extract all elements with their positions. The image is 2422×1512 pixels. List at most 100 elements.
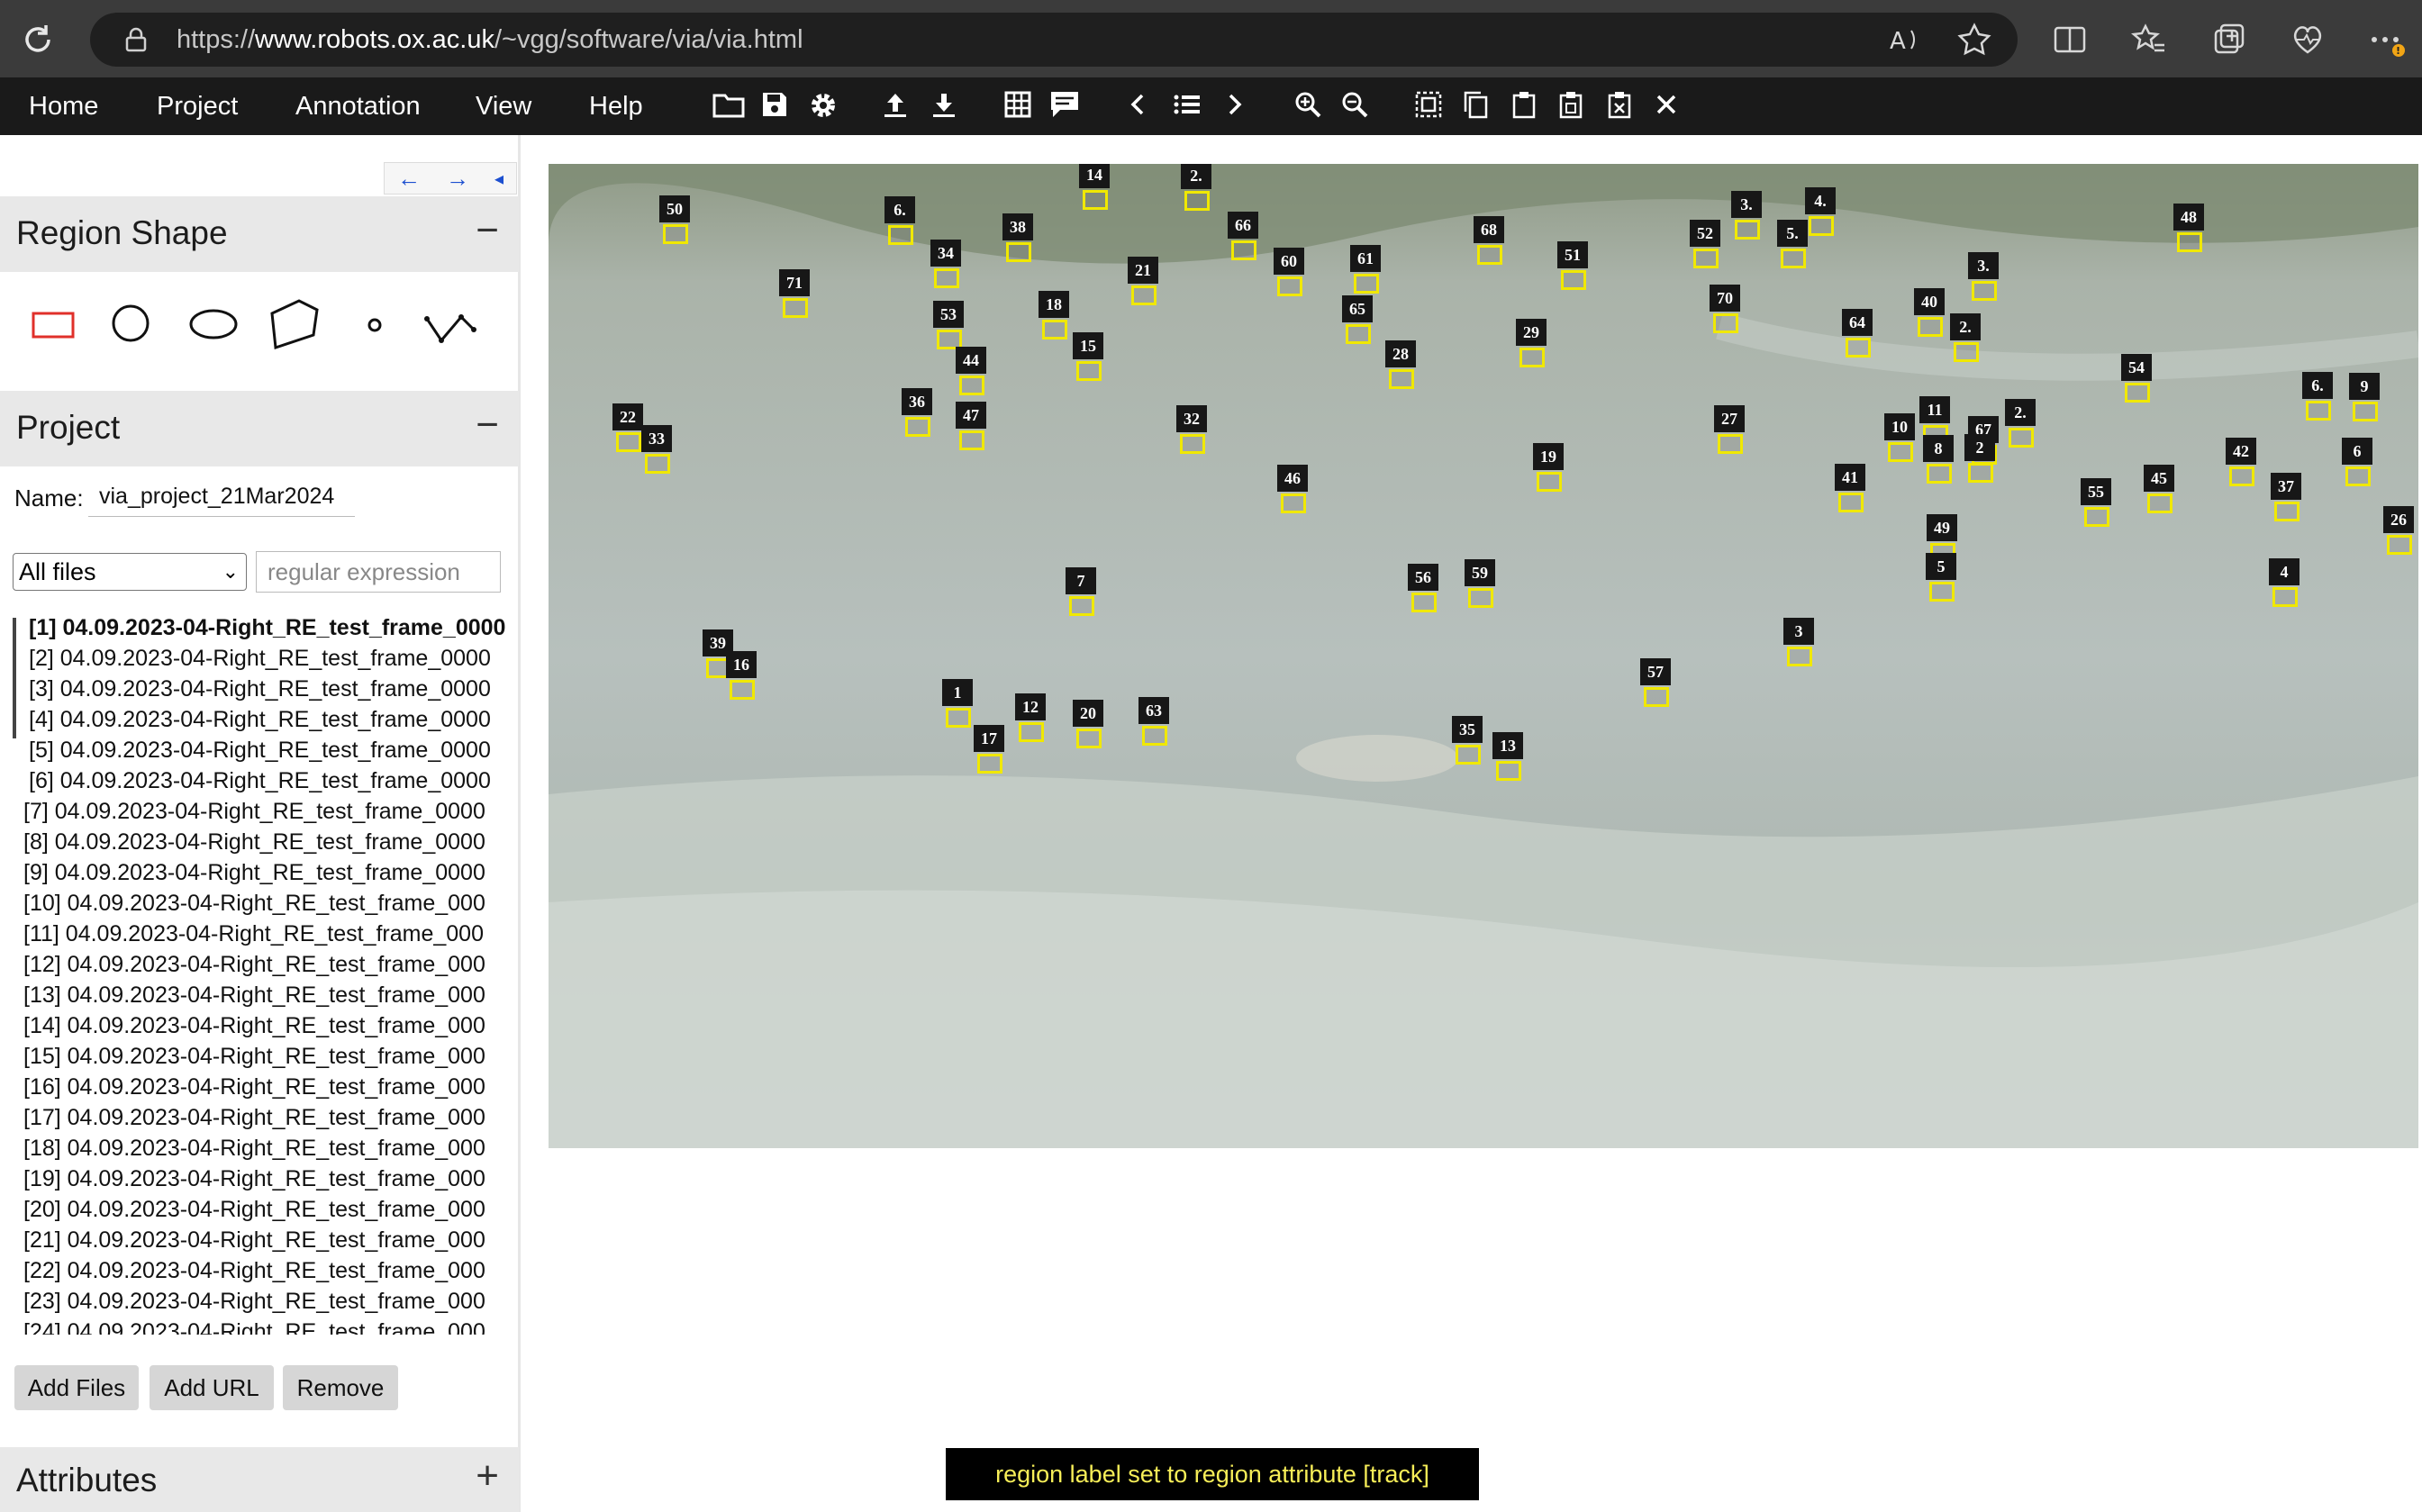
- file-filter-select[interactable]: All files ⌄: [13, 553, 247, 591]
- sidebar-prev-arrow[interactable]: ←: [397, 165, 421, 193]
- file-item[interactable]: [16] 04.09.2023-04-Right_RE_test_frame_0…: [23, 1072, 506, 1102]
- region-box[interactable]: [1735, 220, 1760, 240]
- add-files-button[interactable]: Add Files: [14, 1365, 139, 1410]
- region-box[interactable]: [2274, 502, 2300, 521]
- region-box[interactable]: [1184, 191, 1210, 211]
- region-box[interactable]: [1069, 596, 1094, 616]
- region-box[interactable]: [2147, 493, 2173, 513]
- region-box[interactable]: [2177, 232, 2202, 252]
- region-box[interactable]: [1354, 274, 1379, 294]
- file-item[interactable]: [12] 04.09.2023-04-Right_RE_test_frame_0…: [23, 949, 506, 980]
- file-item[interactable]: [15] 04.09.2023-04-Right_RE_test_frame_0…: [23, 1041, 506, 1072]
- ellipse-shape-icon[interactable]: [187, 308, 240, 345]
- region-shape-toggle[interactable]: −: [476, 211, 499, 250]
- menu-annotation[interactable]: Annotation: [295, 88, 421, 124]
- regex-filter-input[interactable]: regular expression: [256, 551, 501, 593]
- region-box[interactable]: [1142, 726, 1167, 746]
- file-item[interactable]: [6] 04.09.2023-04-Right_RE_test_frame_00…: [29, 765, 506, 796]
- circle-shape-icon[interactable]: [110, 303, 151, 349]
- zoom-out-icon[interactable]: [1337, 90, 1373, 122]
- region-box[interactable]: [1346, 324, 1371, 344]
- region-shape-header[interactable]: Region Shape −: [0, 196, 519, 272]
- favorite-star-icon[interactable]: [1956, 22, 1992, 58]
- favorites-icon[interactable]: [2131, 22, 2167, 58]
- point-shape-icon[interactable]: [365, 315, 385, 340]
- region-box[interactable]: [905, 417, 930, 437]
- region-box[interactable]: [1846, 338, 1871, 358]
- region-box[interactable]: [1131, 285, 1157, 305]
- menu-help[interactable]: Help: [589, 88, 643, 124]
- region-box[interactable]: [1496, 761, 1521, 781]
- region-box[interactable]: [1713, 313, 1738, 333]
- region-box[interactable]: [934, 268, 959, 288]
- project-header[interactable]: Project −: [0, 391, 519, 466]
- region-box[interactable]: [2229, 466, 2254, 486]
- next-image-icon[interactable]: [1216, 90, 1252, 122]
- region-box[interactable]: [1781, 249, 1806, 268]
- region-box[interactable]: [888, 225, 913, 245]
- region-box[interactable]: [1954, 342, 1979, 362]
- collections-icon[interactable]: [2210, 22, 2246, 58]
- file-item[interactable]: [8] 04.09.2023-04-Right_RE_test_frame_00…: [23, 827, 506, 857]
- reload-icon[interactable]: [18, 20, 58, 59]
- annotation-comment-icon[interactable]: [1047, 90, 1083, 122]
- region-box[interactable]: [1918, 317, 1943, 337]
- region-box[interactable]: [1929, 582, 1955, 602]
- file-item[interactable]: [21] 04.09.2023-04-Right_RE_test_frame_0…: [23, 1225, 506, 1255]
- annotation-canvas[interactable]: 50 6. 38 14 2. 66 34 71 21 60 61 68 51 52 3. 4. 5. 48 3. 53…: [549, 164, 2418, 1148]
- region-box[interactable]: [1718, 434, 1743, 454]
- file-item[interactable]: [24] 04.09.2023-04-Right_RE_test_frame_0…: [23, 1317, 506, 1335]
- region-box[interactable]: [1019, 722, 1044, 742]
- region-box[interactable]: [645, 454, 670, 474]
- file-item[interactable]: [11] 04.09.2023-04-Right_RE_test_frame_0…: [23, 919, 506, 949]
- file-item[interactable]: [13] 04.09.2023-04-Right_RE_test_frame_0…: [23, 980, 506, 1010]
- region-box[interactable]: [1231, 240, 1256, 260]
- attributes-toggle[interactable]: +: [476, 1456, 499, 1496]
- delete-region-icon[interactable]: [1648, 90, 1684, 122]
- file-item[interactable]: [19] 04.09.2023-04-Right_RE_test_frame_0…: [23, 1163, 506, 1194]
- region-box[interactable]: [1389, 369, 1414, 389]
- region-box[interactable]: [663, 224, 688, 244]
- file-item[interactable]: [1] 04.09.2023-04-Right_RE_test_frame_00…: [29, 612, 506, 643]
- region-box[interactable]: [1468, 588, 1493, 608]
- menu-view[interactable]: View: [476, 88, 531, 124]
- browser-essentials-icon[interactable]: [2290, 22, 2326, 58]
- region-box[interactable]: [1809, 216, 1834, 236]
- delete-all-pasted-icon[interactable]: [1601, 90, 1637, 122]
- sidebar-collapse-arrow[interactable]: ◂: [494, 167, 503, 190]
- attributes-header[interactable]: Attributes +: [0, 1447, 519, 1512]
- download-icon[interactable]: [926, 90, 962, 122]
- region-box[interactable]: [1277, 276, 1302, 296]
- menu-home[interactable]: Home: [29, 88, 98, 124]
- file-item[interactable]: [2] 04.09.2023-04-Right_RE_test_frame_00…: [29, 643, 506, 674]
- image-list-icon[interactable]: [1169, 90, 1205, 122]
- region-box[interactable]: [959, 376, 984, 395]
- region-box[interactable]: [1561, 270, 1586, 290]
- paste-multiple-icon[interactable]: [1553, 90, 1589, 122]
- file-item[interactable]: [23] 04.09.2023-04-Right_RE_test_frame_0…: [23, 1286, 506, 1317]
- region-box[interactable]: [1644, 687, 1669, 707]
- address-bar[interactable]: https://www.robots.ox.ac.uk/~vgg/softwar…: [90, 13, 2018, 67]
- region-box[interactable]: [2125, 383, 2150, 403]
- region-box[interactable]: [1537, 472, 1562, 492]
- region-box[interactable]: [1076, 729, 1102, 748]
- region-box[interactable]: [2009, 428, 2034, 448]
- region-box[interactable]: [2387, 535, 2412, 555]
- file-item[interactable]: [17] 04.09.2023-04-Right_RE_test_frame_0…: [23, 1102, 506, 1133]
- region-box[interactable]: [2272, 587, 2298, 607]
- region-box[interactable]: [616, 432, 641, 452]
- region-box[interactable]: [783, 298, 808, 318]
- region-box[interactable]: [1838, 493, 1864, 512]
- file-item[interactable]: [5] 04.09.2023-04-Right_RE_test_frame_00…: [29, 735, 506, 765]
- region-box[interactable]: [1693, 249, 1719, 268]
- file-item[interactable]: [3] 04.09.2023-04-Right_RE_test_frame_00…: [29, 674, 506, 704]
- region-box[interactable]: [1787, 647, 1812, 666]
- paste-regions-icon[interactable]: [1506, 90, 1542, 122]
- rectangle-shape-icon[interactable]: [31, 310, 76, 345]
- region-box[interactable]: [977, 754, 1002, 774]
- region-box[interactable]: [1042, 320, 1067, 340]
- region-box[interactable]: [1006, 242, 1031, 262]
- region-box[interactable]: [1083, 190, 1108, 210]
- region-box[interactable]: [1456, 745, 1481, 765]
- region-box[interactable]: [1888, 442, 1913, 462]
